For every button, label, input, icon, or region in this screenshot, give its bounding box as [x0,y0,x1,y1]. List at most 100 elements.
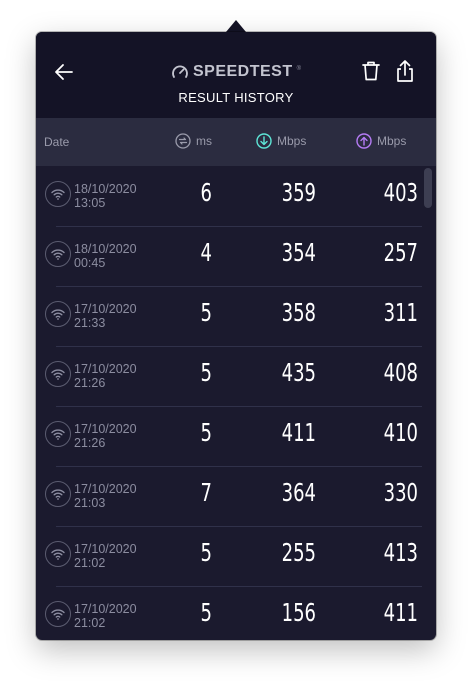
ping-unit-label: ms [196,134,212,148]
row-divider [56,526,422,527]
scrollbar-track[interactable] [422,166,434,640]
upload-value: 403 [383,178,418,207]
result-row[interactable]: 18/10/2020 00:45 4 354 257 [36,226,436,286]
wifi-icon [51,429,65,440]
wifi-icon [51,609,65,620]
result-time: 21:02 [74,616,106,630]
brand-trademark: ® [296,66,302,72]
row-divider [56,586,422,587]
connection-type-badge [45,181,71,207]
download-value: 255 [281,538,316,567]
result-datetime: 18/10/2020 13:05 [74,182,137,210]
upload-value: 413 [383,538,418,567]
ping-value: 5 [200,598,212,627]
row-divider [56,466,422,467]
connection-type-badge [45,301,71,327]
download-value: 359 [281,178,316,207]
download-value: 358 [281,298,316,327]
result-date: 17/10/2020 [74,302,137,316]
delete-history-button[interactable] [360,59,382,83]
download-unit-label: Mbps [277,134,307,148]
page-title: RESULT HISTORY [178,90,294,105]
connection-type-badge [45,421,71,447]
result-datetime: 17/10/2020 21:26 [74,362,137,390]
upload-unit-label: Mbps [377,134,407,148]
share-icon [397,60,413,82]
header: SPEEDTEST ® RESULT HISTORY [36,32,436,118]
upload-icon [356,133,372,149]
ping-value: 5 [200,538,212,567]
download-column-header[interactable]: Mbps [256,133,306,149]
result-row[interactable]: 17/10/2020 21:02 5 156 411 [36,586,436,640]
speedometer-icon [172,65,188,78]
result-date: 17/10/2020 [74,482,137,496]
result-datetime: 17/10/2020 21:33 [74,302,137,330]
share-button[interactable] [394,58,416,84]
result-time: 21:26 [74,436,106,450]
row-divider [56,226,422,227]
upload-value: 257 [383,238,418,267]
ping-value: 5 [200,418,212,447]
results-list[interactable]: 18/10/2020 13:05 6 359 403 18/10/2020 00… [36,166,436,640]
connection-type-badge [45,361,71,387]
result-history-popover: SPEEDTEST ® RESULT HISTORY Date ms Mbps … [36,32,436,640]
result-row[interactable]: 17/10/2020 21:26 5 411 410 [36,406,436,466]
result-datetime: 17/10/2020 21:26 [74,422,137,450]
connection-type-badge [45,541,71,567]
ping-value: 6 [200,178,212,207]
ping-value: 4 [200,238,212,267]
result-row[interactable]: 17/10/2020 21:02 5 255 413 [36,526,436,586]
result-date: 17/10/2020 [74,362,137,376]
scrollbar-thumb[interactable] [424,168,432,208]
brand-name: SPEEDTEST [192,63,293,80]
result-date: 17/10/2020 [74,542,137,556]
result-date: 18/10/2020 [74,242,137,256]
result-datetime: 17/10/2020 21:03 [74,482,137,510]
row-divider [56,286,422,287]
result-row[interactable]: 18/10/2020 13:05 6 359 403 [36,166,436,226]
row-divider [56,406,422,407]
column-header-bar: Date ms Mbps Mbps [36,118,436,166]
result-datetime: 17/10/2020 21:02 [74,542,137,570]
result-datetime: 17/10/2020 21:02 [74,602,137,630]
row-divider [56,346,422,347]
download-value: 435 [281,358,316,387]
trash-icon [362,61,380,81]
ping-icon [175,133,191,149]
upload-value: 411 [383,598,418,627]
result-row[interactable]: 17/10/2020 21:26 5 435 408 [36,346,436,406]
wifi-icon [51,369,65,380]
upload-column-header[interactable]: Mbps [356,133,406,149]
upload-value: 410 [383,418,418,447]
result-date: 18/10/2020 [74,182,137,196]
result-row[interactable]: 17/10/2020 21:33 5 358 311 [36,286,436,346]
ping-value: 5 [200,298,212,327]
upload-value: 311 [383,298,418,327]
result-time: 00:45 [74,256,106,270]
result-time: 21:26 [74,376,106,390]
result-date: 17/10/2020 [74,422,137,436]
result-time: 13:05 [74,196,106,210]
date-column-header[interactable]: Date [44,135,69,149]
popover-arrow [226,20,246,32]
result-date: 17/10/2020 [74,602,137,616]
result-time: 21:03 [74,496,106,510]
wifi-icon [51,249,65,260]
download-icon [256,133,272,149]
ping-column-header[interactable]: ms [175,133,212,149]
ping-value: 5 [200,358,212,387]
download-value: 364 [281,478,316,507]
ping-value: 7 [200,478,212,507]
connection-type-badge [45,481,71,507]
wifi-icon [51,309,65,320]
wifi-icon [51,489,65,500]
upload-value: 330 [383,478,418,507]
download-value: 354 [281,238,316,267]
upload-value: 408 [383,358,418,387]
result-datetime: 18/10/2020 00:45 [74,242,137,270]
result-row[interactable]: 17/10/2020 21:03 7 364 330 [36,466,436,526]
wifi-icon [51,189,65,200]
connection-type-badge [45,601,71,627]
result-time: 21:33 [74,316,106,330]
connection-type-badge [45,241,71,267]
